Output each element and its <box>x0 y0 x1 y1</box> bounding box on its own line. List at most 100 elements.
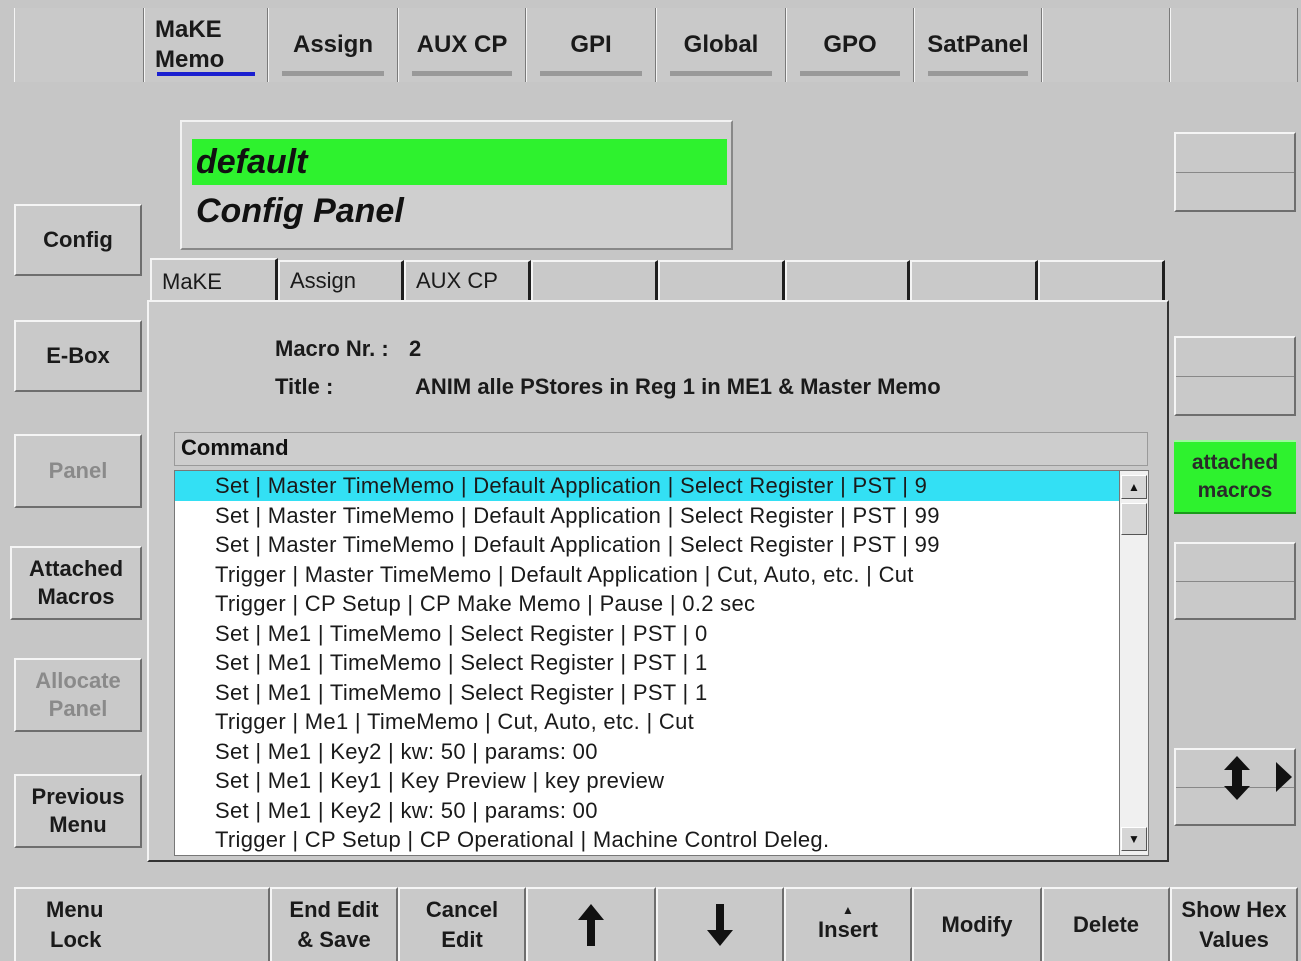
show-hex-label-2: Values <box>1199 927 1269 952</box>
macro-title-value: ANIM alle PStores in Reg 1 in ME1 & Mast… <box>415 374 941 399</box>
tab-gpi-label: GPI <box>570 31 612 58</box>
scrollbar-thumb[interactable] <box>1121 503 1147 535</box>
command-row-selected[interactable]: Set | Master TimeMemo | Default Applicat… <box>175 471 1123 501</box>
ebox-button[interactable]: E-Box <box>14 320 142 392</box>
previous-menu-label-2: Menu <box>49 812 107 837</box>
end-edit-save-button[interactable]: End Edit & Save <box>270 887 398 961</box>
command-row[interactable]: Trigger | CP Setup | CP Operational | Ma… <box>175 825 1123 855</box>
end-edit-label-2: & Save <box>297 927 371 952</box>
previous-menu-label-1: Previous <box>31 784 125 809</box>
tab-global[interactable]: Global <box>656 8 786 82</box>
inner-tab-make-label: MaKE <box>162 269 222 294</box>
command-row[interactable]: Set | Master TimeMemo | Default Applicat… <box>175 530 1123 560</box>
play-right-icon <box>1276 762 1292 792</box>
tab-aux-cp-label: AUX CP <box>416 31 508 58</box>
tab-underline <box>411 71 513 76</box>
attached-macros-button[interactable]: Attached Macros <box>10 546 142 620</box>
right-button-3[interactable] <box>1174 542 1296 620</box>
tab-make-memo[interactable]: MaKE Memo <box>144 8 268 82</box>
command-header-label: Command <box>181 435 289 460</box>
insert-button[interactable]: ▲ Insert <box>784 887 912 961</box>
updown-scroll-icon <box>1224 756 1250 800</box>
right-button-1[interactable] <box>1174 132 1296 212</box>
end-edit-label-1: End Edit <box>289 897 379 922</box>
command-row[interactable]: Trigger | Me1 | TimeMemo | Cut, Auto, et… <box>175 707 1123 737</box>
command-row[interactable]: Trigger | CP Setup | CP Make Memo | Paus… <box>175 589 1123 619</box>
right-button-divider <box>1176 376 1294 377</box>
inner-tab-aux-cp-label: AUX CP <box>416 268 498 293</box>
tab-make-memo-line2: Memo <box>155 46 225 73</box>
panel-button-label: Panel <box>48 458 108 483</box>
inner-tab-assign[interactable]: Assign <box>278 260 404 300</box>
command-row[interactable]: Set | Master TimeMemo | Default Applicat… <box>175 501 1123 531</box>
menu-lock-button[interactable]: Menu Lock <box>14 887 270 961</box>
right-button-2[interactable] <box>1174 336 1296 416</box>
macro-number-label: Macro Nr. : <box>275 336 389 361</box>
command-row[interactable]: Set | Me1 | Key1 | Key Preview | key pre… <box>175 766 1123 796</box>
command-row[interactable]: Set | Me1 | Key2 | kw: 50 | params: 00 <box>175 796 1123 826</box>
right-button-divider <box>1176 581 1294 582</box>
move-up-button[interactable] <box>526 887 656 961</box>
ebox-button-label: E-Box <box>46 343 110 368</box>
modify-button[interactable]: Modify <box>912 887 1042 961</box>
tab-global-label: Global <box>683 31 759 58</box>
scroll-control-button[interactable] <box>1174 748 1296 826</box>
command-row[interactable]: Trigger | Master TimeMemo | Default Appl… <box>175 560 1123 590</box>
config-subtitle: Config Panel <box>196 192 404 230</box>
scroll-up-icon[interactable]: ▲ <box>1121 475 1147 499</box>
allocate-panel-label-2: Panel <box>48 696 108 721</box>
scroll-down-icon[interactable]: ▼ <box>1121 827 1147 851</box>
command-column-header: Command <box>174 432 1148 466</box>
allocate-panel-button[interactable]: Allocate Panel <box>14 658 142 732</box>
inner-tab-empty-6[interactable] <box>785 260 910 300</box>
top-empty-cell <box>1042 8 1170 82</box>
show-hex-values-button[interactable]: Show Hex Values <box>1170 887 1298 961</box>
menu-lock-label-2: Lock <box>50 927 102 952</box>
macro-title-label: Title : <box>275 374 334 399</box>
insert-label: Insert <box>818 917 878 942</box>
tab-assign[interactable]: Assign <box>268 8 398 82</box>
config-button[interactable]: Config <box>14 204 142 276</box>
command-list[interactable]: Set | Master TimeMemo | Default Applicat… <box>174 470 1124 856</box>
panel-button[interactable]: Panel <box>14 434 142 508</box>
tab-gpo-label: GPO <box>823 31 877 58</box>
command-row[interactable]: Set | Me1 | TimeMemo | Select Register |… <box>175 619 1123 649</box>
tab-gpo[interactable]: GPO <box>786 8 914 82</box>
menu-lock-label-1: Menu <box>46 897 104 922</box>
move-down-button[interactable] <box>656 887 784 961</box>
inner-tab-empty-4[interactable] <box>531 260 658 300</box>
cancel-edit-label-1: Cancel <box>425 897 499 922</box>
cancel-edit-button[interactable]: Cancel Edit <box>398 887 526 961</box>
tab-assign-label: Assign <box>292 31 373 58</box>
attached-indicator-line2: macros <box>1197 479 1273 502</box>
tab-satpanel[interactable]: SatPanel <box>914 8 1042 82</box>
inner-tab-empty-7[interactable] <box>910 260 1038 300</box>
inner-tab-aux-cp[interactable]: AUX CP <box>404 260 531 300</box>
command-row[interactable]: Set | Me1 | Key2 | kw: 50 | params: 00 <box>175 737 1123 767</box>
inner-tab-empty-5[interactable] <box>658 260 785 300</box>
attached-macros-label-2: Macros <box>37 584 115 609</box>
inner-tab-empty-8[interactable] <box>1038 260 1165 300</box>
attached-indicator-line1: attached <box>1191 451 1279 474</box>
insert-caret-icon: ▲ <box>842 903 854 917</box>
macro-content-panel: Macro Nr. : 2 Title : ANIM alle PStores … <box>147 300 1169 862</box>
tab-gpi[interactable]: GPI <box>526 8 656 82</box>
config-button-label: Config <box>43 227 113 252</box>
command-row[interactable]: Set | Me1 | TimeMemo | Select Register |… <box>175 678 1123 708</box>
show-hex-label-1: Show Hex <box>1181 897 1287 922</box>
command-list-scrollbar[interactable]: ▲ ▼ <box>1119 470 1149 856</box>
delete-button[interactable]: Delete <box>1042 887 1170 961</box>
tab-make-memo-line1: MaKE <box>155 16 222 43</box>
allocate-panel-label-1: Allocate <box>35 668 121 693</box>
inner-tab-make[interactable]: MaKE <box>150 258 278 304</box>
attached-macros-indicator[interactable]: attached macros <box>1174 440 1296 514</box>
attached-macros-label-1: Attached <box>28 556 124 581</box>
tab-underline <box>669 71 773 76</box>
inner-tab-assign-label: Assign <box>290 268 357 293</box>
config-name: default <box>192 139 727 185</box>
top-right-empty-cell <box>1170 8 1298 82</box>
tab-aux-cp[interactable]: AUX CP <box>398 8 526 82</box>
previous-menu-button[interactable]: Previous Menu <box>14 774 142 848</box>
command-row[interactable]: Set | Me1 | TimeMemo | Select Register |… <box>175 648 1123 678</box>
cancel-edit-label-2: Edit <box>441 927 483 952</box>
